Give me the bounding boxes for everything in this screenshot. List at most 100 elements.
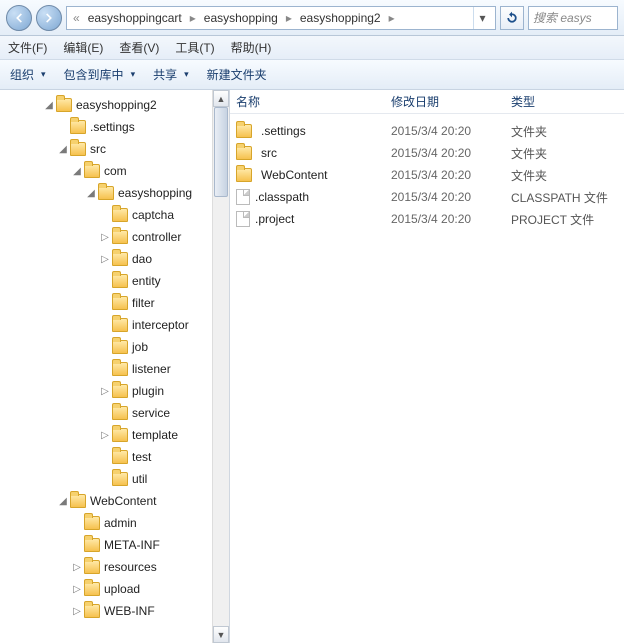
tree-item[interactable]: admin bbox=[0, 512, 212, 534]
file-name: .classpath bbox=[255, 190, 309, 204]
new-folder-button[interactable]: 新建文件夹 bbox=[207, 66, 267, 83]
expand-icon[interactable]: ▷ bbox=[98, 232, 112, 243]
expand-icon[interactable]: ▷ bbox=[98, 254, 112, 265]
share-button[interactable]: 共享 bbox=[153, 66, 189, 83]
collapse-icon[interactable]: ◢ bbox=[84, 188, 98, 199]
breadcrumb-item[interactable]: easyshopping bbox=[200, 10, 282, 26]
tree-item[interactable]: filter bbox=[0, 292, 212, 314]
tree-item[interactable]: service bbox=[0, 402, 212, 424]
tree-item[interactable]: ◢ src bbox=[0, 138, 212, 160]
column-header-name[interactable]: 名称 bbox=[236, 93, 391, 110]
include-in-library-button[interactable]: 包含到库中 bbox=[64, 66, 136, 83]
tree-item[interactable]: ▷dao bbox=[0, 248, 212, 270]
tree-item[interactable]: ◢ easyshopping bbox=[0, 182, 212, 204]
tree-item-label: admin bbox=[104, 516, 137, 530]
scroll-up-icon[interactable]: ▲ bbox=[213, 90, 229, 107]
folder-icon bbox=[70, 120, 86, 134]
tree-item-label: com bbox=[104, 164, 127, 178]
file-type: 文件夹 bbox=[511, 123, 624, 140]
collapse-icon[interactable]: ◢ bbox=[42, 100, 56, 111]
tree-scrollbar[interactable]: ▲ ▼ bbox=[212, 90, 229, 643]
folder-icon bbox=[84, 582, 100, 596]
collapse-icon[interactable]: ◢ bbox=[56, 496, 70, 507]
tree-item[interactable]: test bbox=[0, 446, 212, 468]
scroll-down-icon[interactable]: ▼ bbox=[213, 626, 229, 643]
menu-tools[interactable]: 工具(T) bbox=[175, 39, 214, 56]
tree-item-label: easyshopping2 bbox=[76, 98, 157, 112]
file-icon bbox=[236, 211, 250, 227]
tree-item[interactable]: ▷plugin bbox=[0, 380, 212, 402]
expand-icon[interactable]: ▷ bbox=[70, 562, 84, 573]
file-type: 文件夹 bbox=[511, 145, 624, 162]
tree-item-label: entity bbox=[132, 274, 161, 288]
scroll-thumb[interactable] bbox=[214, 107, 228, 197]
tree-item[interactable]: entity bbox=[0, 270, 212, 292]
breadcrumb-item[interactable]: easyshoppingcart bbox=[84, 10, 186, 26]
scroll-track[interactable] bbox=[213, 107, 229, 626]
chevron-right-icon: ▸ bbox=[284, 11, 294, 25]
file-list-pane: 名称 修改日期 类型 .settings2015/3/4 20:20文件夹src… bbox=[230, 90, 624, 643]
tree-item[interactable]: ▷ template bbox=[0, 424, 212, 446]
expand-icon[interactable]: ▷ bbox=[98, 430, 112, 441]
file-name: src bbox=[261, 146, 277, 160]
tree-item[interactable]: ▷resources bbox=[0, 556, 212, 578]
folder-icon bbox=[56, 98, 72, 112]
column-header-modified[interactable]: 修改日期 bbox=[391, 93, 511, 110]
file-name: .settings bbox=[261, 124, 306, 138]
tree-item[interactable]: ◢ com bbox=[0, 160, 212, 182]
folder-icon bbox=[70, 494, 86, 508]
list-item[interactable]: src2015/3/4 20:20文件夹 bbox=[236, 142, 624, 164]
tree-item[interactable]: job bbox=[0, 336, 212, 358]
nav-bar: « easyshoppingcart ▸ easyshopping ▸ easy… bbox=[0, 0, 624, 36]
tree-item[interactable]: ▷upload bbox=[0, 578, 212, 600]
folder-icon bbox=[236, 124, 252, 138]
list-item[interactable]: WebContent2015/3/4 20:20文件夹 bbox=[236, 164, 624, 186]
tree-item[interactable]: util bbox=[0, 468, 212, 490]
chevron-right-icon: ▸ bbox=[188, 11, 198, 25]
tree-item[interactable]: ▷ WEB-INF bbox=[0, 600, 212, 622]
organize-button[interactable]: 组织 bbox=[10, 66, 46, 83]
forward-button[interactable] bbox=[36, 5, 62, 31]
tree-item-label: src bbox=[90, 142, 106, 156]
address-bar[interactable]: « easyshoppingcart ▸ easyshopping ▸ easy… bbox=[66, 6, 496, 30]
expand-icon[interactable]: ▷ bbox=[98, 386, 112, 397]
breadcrumb-item[interactable]: easyshopping2 bbox=[296, 10, 385, 26]
tree-item-label: util bbox=[132, 472, 147, 486]
folder-icon bbox=[84, 538, 100, 552]
tree-item[interactable]: ◢ easyshopping2 bbox=[0, 94, 212, 116]
tree-item-label: WEB-INF bbox=[104, 604, 155, 618]
folder-icon bbox=[112, 406, 128, 420]
tree-item[interactable]: ▷ controller bbox=[0, 226, 212, 248]
address-dropdown[interactable]: ▾ bbox=[473, 7, 491, 29]
list-item[interactable]: .project2015/3/4 20:20PROJECT 文件 bbox=[236, 208, 624, 230]
menu-file[interactable]: 文件(F) bbox=[8, 39, 47, 56]
tree-item-label: template bbox=[132, 428, 178, 442]
expand-icon[interactable]: ▷ bbox=[70, 584, 84, 595]
folder-icon bbox=[70, 142, 86, 156]
menu-view[interactable]: 查看(V) bbox=[119, 39, 159, 56]
menu-edit[interactable]: 编辑(E) bbox=[63, 39, 103, 56]
tree-item-label: listener bbox=[132, 362, 171, 376]
folder-icon bbox=[112, 230, 128, 244]
collapse-icon[interactable]: ◢ bbox=[70, 166, 84, 177]
tree-item[interactable]: META-INF bbox=[0, 534, 212, 556]
tree-item[interactable]: .settings bbox=[0, 116, 212, 138]
column-header-type[interactable]: 类型 bbox=[511, 93, 624, 110]
tree-item-label: controller bbox=[132, 230, 181, 244]
collapse-icon[interactable]: ◢ bbox=[56, 144, 70, 155]
tree-item[interactable]: interceptor bbox=[0, 314, 212, 336]
tree-item[interactable]: listener bbox=[0, 358, 212, 380]
list-item[interactable]: .classpath2015/3/4 20:20CLASSPATH 文件 bbox=[236, 186, 624, 208]
tree-item-label: job bbox=[132, 340, 148, 354]
refresh-button[interactable] bbox=[500, 6, 524, 30]
menu-help[interactable]: 帮助(H) bbox=[231, 39, 272, 56]
folder-icon bbox=[84, 164, 100, 178]
tree-item-label: easyshopping bbox=[118, 186, 192, 200]
folder-icon bbox=[84, 516, 100, 530]
expand-icon[interactable]: ▷ bbox=[70, 606, 84, 617]
list-item[interactable]: .settings2015/3/4 20:20文件夹 bbox=[236, 120, 624, 142]
back-button[interactable] bbox=[6, 5, 32, 31]
search-input[interactable]: 搜索 easys bbox=[528, 6, 618, 30]
tree-item[interactable]: ◢WebContent bbox=[0, 490, 212, 512]
tree-item[interactable]: captcha bbox=[0, 204, 212, 226]
